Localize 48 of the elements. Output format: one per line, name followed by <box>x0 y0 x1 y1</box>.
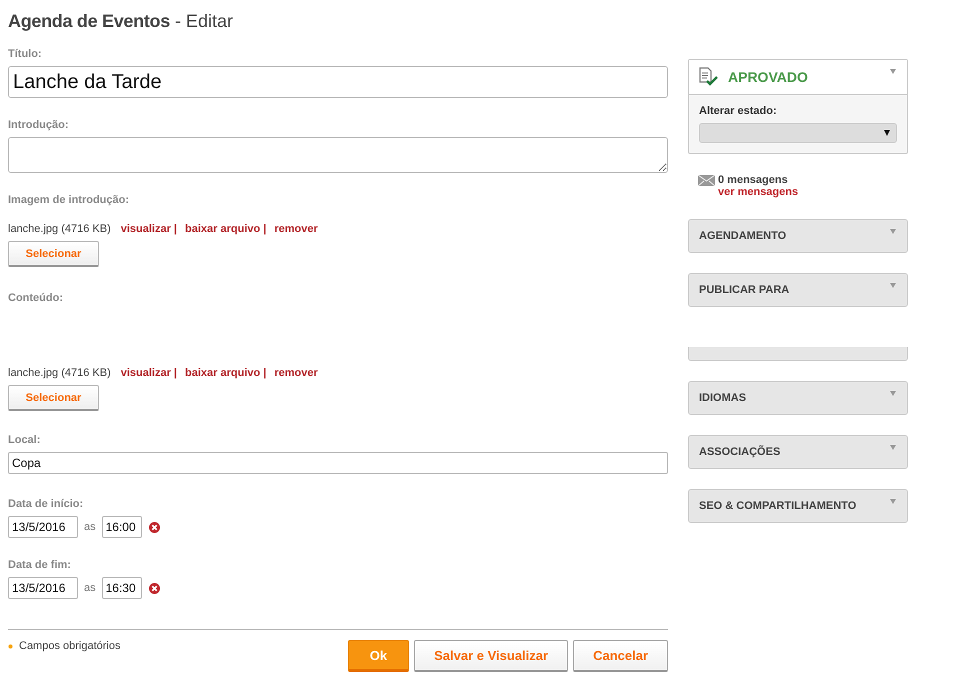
document-check-icon <box>699 67 720 87</box>
date-input[interactable]: 13/5/2016 <box>8 577 78 599</box>
field-label: Conteúdo: <box>8 291 64 305</box>
collapse-icon[interactable] <box>890 283 896 288</box>
accordion-panel[interactable]: PUBLICAR PARA <box>688 273 908 307</box>
title-input[interactable]: Lanche da Tarde <box>8 66 668 98</box>
status-label: APROVADO <box>728 69 808 85</box>
accordion-panel[interactable]: AGENDAMENTO <box>688 219 908 253</box>
change-status-label: Alterar estado: <box>699 105 778 117</box>
time-input[interactable]: 16:30 <box>102 577 142 599</box>
file-link[interactable]: baixar arquivo | <box>185 222 266 236</box>
file-link[interactable]: remover <box>274 222 318 236</box>
field-label: Introdução: <box>8 118 70 132</box>
status-select[interactable] <box>699 123 897 143</box>
file-link[interactable]: visualizar | <box>120 222 178 236</box>
collapse-icon[interactable] <box>890 69 896 74</box>
time-input[interactable]: 16:00 <box>102 516 142 538</box>
collapse-icon[interactable] <box>890 445 896 450</box>
required-note: Campos obrigatórios <box>19 640 120 652</box>
accordion-panel[interactable]: SEO & COMPARTILHAMENTO <box>688 489 908 523</box>
file-link[interactable]: remover <box>274 366 318 380</box>
field-label: Data de fim: <box>8 558 72 572</box>
message-count: 0 mensagens <box>718 174 789 186</box>
page-subtitle: - Editar <box>174 10 233 33</box>
envelope-icon <box>698 175 715 186</box>
field-label: Local: <box>8 433 42 447</box>
location-input[interactable]: Copa <box>8 452 668 474</box>
collapse-icon[interactable] <box>890 229 896 234</box>
field-label: Data de início: <box>8 497 84 511</box>
collapse-icon[interactable] <box>890 391 896 396</box>
field-label: Título: <box>8 47 43 61</box>
collapse-icon[interactable] <box>890 499 896 504</box>
as-text: as <box>84 582 96 594</box>
file-link[interactable]: baixar arquivo | <box>185 366 266 380</box>
clear-icon[interactable] <box>148 522 160 532</box>
required-marker-icon <box>8 644 13 648</box>
view-messages-link[interactable]: ver mensagens <box>718 186 798 198</box>
file-link[interactable]: visualizar | <box>120 366 178 380</box>
accordion-panel[interactable]: ASSOCIAÇÕES <box>688 435 908 469</box>
clear-icon[interactable] <box>148 582 160 594</box>
page-title: Agenda de Eventos <box>8 10 170 33</box>
file-name: lanche.jpg (4716 KB) <box>8 222 111 236</box>
file-name: lanche.jpg (4716 KB) <box>8 366 111 380</box>
field-label: Imagem de introdução: <box>8 193 130 207</box>
accordion-panel[interactable]: IDIOMAS <box>688 381 908 415</box>
as-text: as <box>84 521 96 533</box>
date-input[interactable]: 13/5/2016 <box>8 516 78 538</box>
intro-textarea[interactable] <box>8 137 668 173</box>
